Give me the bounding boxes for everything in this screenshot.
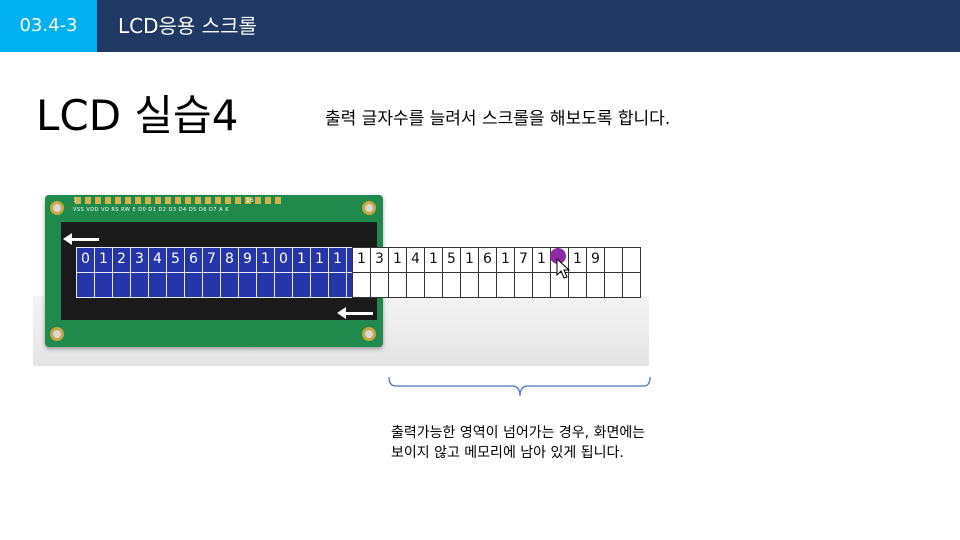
note-line-2: 보이지 않고 메모리에 남아 있게 됩니다. bbox=[391, 445, 624, 461]
lcd-cell bbox=[94, 272, 113, 298]
lcd-cell: 1 bbox=[94, 247, 113, 273]
memory-cell bbox=[514, 272, 533, 298]
memory-cell bbox=[496, 272, 515, 298]
memory-cell bbox=[478, 272, 497, 298]
lcd-cell: 5 bbox=[166, 247, 185, 273]
note-line-1: 출력가능한 영역이 넘어가는 경우, 화면에는 bbox=[391, 425, 646, 441]
lcd-cell: 3 bbox=[130, 247, 149, 273]
memory-cell bbox=[370, 272, 389, 298]
lcd-cell bbox=[256, 272, 275, 298]
lcd-cell bbox=[202, 272, 221, 298]
pin-1-label: 1 bbox=[73, 197, 77, 204]
memory-cell: 1 bbox=[460, 247, 479, 273]
section-number: 03.4-3 bbox=[0, 0, 97, 52]
memory-cell: 5 bbox=[442, 247, 461, 273]
memory-cell: 7 bbox=[514, 247, 533, 273]
memory-cell bbox=[532, 272, 551, 298]
mouse-cursor-icon bbox=[556, 258, 571, 279]
lcd-cell bbox=[328, 272, 347, 298]
lcd-cell: 0 bbox=[274, 247, 293, 273]
scroll-left-arrow-icon bbox=[63, 233, 99, 245]
header-bar: 03.4-3 LCD응용 스크롤 bbox=[0, 0, 960, 52]
memory-cell bbox=[442, 272, 461, 298]
section-title: LCD응용 스크롤 bbox=[118, 14, 257, 38]
lcd-cell: 6 bbox=[184, 247, 203, 273]
lcd-cell: 4 bbox=[148, 247, 167, 273]
lcd-cell bbox=[238, 272, 257, 298]
mount-hole bbox=[362, 201, 376, 215]
lcd-cell bbox=[76, 272, 95, 298]
slide-title: LCD 실습4 bbox=[36, 91, 239, 140]
lcd-overflow-grid: 1 3 1 4 1 5 1 6 1 7 1 1 9 bbox=[352, 247, 641, 298]
memory-cell bbox=[406, 272, 425, 298]
memory-cell bbox=[352, 272, 371, 298]
lcd-cell: 1 bbox=[310, 247, 329, 273]
lcd-cell bbox=[292, 272, 311, 298]
memory-cell: 6 bbox=[478, 247, 497, 273]
lcd-cell: 7 bbox=[202, 247, 221, 273]
lcd-cell bbox=[274, 272, 293, 298]
lcd-cell bbox=[148, 272, 167, 298]
memory-cell bbox=[604, 272, 623, 298]
memory-cell bbox=[622, 247, 641, 273]
memory-cell: 4 bbox=[406, 247, 425, 273]
memory-cell: 9 bbox=[586, 247, 605, 273]
lcd-cell: 8 bbox=[220, 247, 239, 273]
lcd-cell bbox=[184, 272, 203, 298]
lcd-cell bbox=[166, 272, 185, 298]
memory-cell bbox=[460, 272, 479, 298]
lcd-cell: 1 bbox=[292, 247, 311, 273]
memory-cell: 3 bbox=[370, 247, 389, 273]
memory-cell bbox=[622, 272, 641, 298]
memory-cell: 1 bbox=[388, 247, 407, 273]
memory-cell: 1 bbox=[532, 247, 551, 273]
lcd-cell bbox=[130, 272, 149, 298]
memory-cell: 1 bbox=[424, 247, 443, 273]
memory-cell: 1 bbox=[496, 247, 515, 273]
scroll-left-arrow-icon bbox=[337, 307, 373, 319]
pin-labels: VSS VDD VO RS RW E D0 D1 D2 D3 D4 D5 D6 … bbox=[73, 207, 229, 213]
lcd-cell: 9 bbox=[238, 247, 257, 273]
mount-hole bbox=[50, 201, 64, 215]
memory-cell bbox=[388, 272, 407, 298]
lcd-cell bbox=[220, 272, 239, 298]
memory-cell: 1 bbox=[352, 247, 371, 273]
slide-description: 출력 글자수를 늘려서 스크롤을 해보도록 합니다. bbox=[325, 109, 671, 129]
lcd-cell: 1 bbox=[328, 247, 347, 273]
memory-cell bbox=[424, 272, 443, 298]
pin-16-label: 16 bbox=[246, 197, 254, 204]
lcd-cell bbox=[112, 272, 131, 298]
range-brace-icon bbox=[388, 376, 651, 397]
lcd-cell bbox=[310, 272, 329, 298]
memory-cell bbox=[586, 272, 605, 298]
lcd-cell: 0 bbox=[76, 247, 95, 273]
lcd-cell: 2 bbox=[112, 247, 131, 273]
mount-hole bbox=[50, 327, 64, 341]
lcd-visible-grid: 0 1 2 3 4 5 6 7 8 9 1 0 1 1 1 2 bbox=[76, 247, 365, 298]
mount-hole bbox=[362, 327, 376, 341]
overflow-note: 출력가능한 영역이 넘어가는 경우, 화면에는 보이지 않고 메모리에 남아 있… bbox=[391, 423, 645, 463]
lcd-cell: 1 bbox=[256, 247, 275, 273]
memory-cell bbox=[604, 247, 623, 273]
